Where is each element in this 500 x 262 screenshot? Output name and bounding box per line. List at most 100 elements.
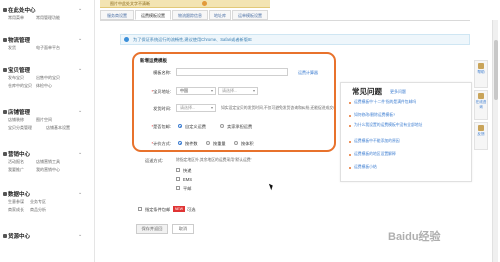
chevron-down-icon[interactable]: ⌄: [78, 6, 82, 12]
sidebar-section-title[interactable]: 在此处中心: [8, 6, 36, 14]
by-piece-label: 按件数: [185, 141, 198, 146]
consult-tool[interactable]: 在线咨询: [474, 90, 488, 120]
scrollbar[interactable]: [492, 20, 498, 262]
origin-country-select[interactable]: 中国 ▾: [176, 87, 216, 95]
sidebar-item[interactable]: 常用菜单: [8, 15, 24, 21]
shop-icon: [3, 110, 7, 114]
faq-item[interactable]: 如何修改/删除运费模板?: [354, 113, 469, 118]
faq-item[interactable]: 为什么我设置的运费模板中没有全部地址: [354, 123, 469, 128]
highlight-box: [132, 52, 336, 152]
feedback-tool[interactable]: 反馈: [474, 122, 488, 150]
sidebar-item[interactable]: 出售中的宝贝: [36, 75, 60, 81]
express-checkbox[interactable]: [176, 168, 180, 172]
sidebar-item[interactable]: 我要推广: [8, 167, 24, 173]
faq-item[interactable]: 运费模板的地区设置解释: [354, 152, 469, 157]
info-icon: [124, 37, 129, 42]
faq-item[interactable]: 运费模板小结: [354, 165, 469, 170]
tab-address-book[interactable]: 地址库: [209, 10, 231, 20]
sidebar-item[interactable]: 宝贝分类管理: [8, 125, 32, 131]
express-label: 快递: [183, 168, 192, 173]
by-piece-radio[interactable]: [178, 141, 182, 145]
sidebar-section-title[interactable]: 宝贝管理: [8, 66, 30, 74]
truck-icon: [3, 38, 7, 42]
conditional-free-checkbox[interactable]: [138, 207, 142, 211]
top-banner[interactable]: 图片中此处文字不清晰: [100, 0, 270, 8]
sidebar-item[interactable]: 发布宝贝: [8, 75, 24, 81]
box-icon: [3, 68, 7, 72]
tab-tracking-info[interactable]: 物流跟踪信息: [172, 10, 208, 20]
tab-freight-template[interactable]: 运费模板设置: [135, 10, 171, 20]
sidebar-item[interactable]: 我的营销中心: [36, 167, 60, 173]
conditional-free-label: 指定条件包邮: [145, 207, 171, 212]
sidebar-section-title[interactable]: 营销中心: [8, 150, 30, 158]
bullet-icon: [349, 141, 351, 143]
sidebar-item[interactable]: 常用管理功能: [36, 15, 60, 21]
sidebar-item[interactable]: 商家成长: [8, 207, 24, 213]
cancel-button[interactable]: 取消: [172, 224, 194, 234]
mouse-cursor-icon: [268, 182, 275, 191]
free-shipping-label: *是否包邮:: [151, 124, 171, 129]
freight-calculator-link[interactable]: 运费计算器: [298, 70, 318, 76]
bullet-icon: [349, 125, 351, 127]
sidebar-item[interactable]: 仓库中的宝贝: [8, 83, 32, 89]
origin-region-select[interactable]: 请选择... ▾: [218, 87, 258, 95]
help-tool[interactable]: 帮助: [474, 60, 488, 88]
sidebar-item[interactable]: 发货: [8, 45, 16, 51]
sidebar-item[interactable]: 体检中心: [36, 83, 52, 89]
tab-waybill-template[interactable]: 运单模板设置: [232, 10, 268, 20]
chevron-down-icon[interactable]: ⌄: [78, 232, 82, 238]
sidebar-item[interactable]: 业务专区: [30, 199, 46, 205]
faq-item[interactable]: 运费模板中不能添加的原因: [354, 139, 469, 144]
sidebar-section-title[interactable]: 货源中心: [8, 232, 30, 240]
chevron-down-icon[interactable]: ⌄: [78, 36, 82, 42]
seller-pays-radio[interactable]: [220, 124, 224, 128]
scrollbar-thumb[interactable]: [494, 40, 498, 100]
save-button[interactable]: 保存并返回: [136, 224, 168, 234]
feedback-icon: [478, 125, 484, 131]
chevron-down-icon[interactable]: ⌄: [78, 108, 82, 114]
notice-text: 为了保证系统运行的流畅性,建议使用Chrome、Safari或者新版IE: [133, 37, 252, 42]
sidebar-item[interactable]: 电子面单平台: [36, 45, 60, 51]
ship-time-select[interactable]: 请选择... ▾: [176, 104, 216, 112]
pricing-label: *计价方式:: [151, 141, 171, 146]
consult-label: 在线咨询: [475, 100, 487, 109]
tab-service-settings[interactable]: 服务商设置: [100, 10, 134, 20]
faq-item[interactable]: 运费模板中'十二件'指的是满件包邮吗: [354, 100, 469, 105]
custom-freight-radio[interactable]: [178, 124, 182, 128]
sidebar-item[interactable]: 商品分析: [30, 207, 46, 213]
browser-notice: 为了保证系统运行的流畅性,建议使用Chrome、Safari或者新版IE: [120, 34, 470, 45]
ems-checkbox[interactable]: [176, 177, 180, 181]
optional-label: 可选: [187, 207, 196, 212]
sidebar-item[interactable]: 店铺装修: [8, 117, 24, 123]
sidebar-section-title[interactable]: 数据中心: [8, 190, 30, 198]
source-icon: [3, 234, 7, 238]
chevron-down-icon[interactable]: ⌄: [78, 66, 82, 72]
watermark: Baidu经验: [388, 231, 441, 243]
sidebar-item[interactable]: 图片空间: [36, 117, 52, 123]
by-weight-label: 按重量: [213, 141, 226, 146]
template-name-input[interactable]: [176, 68, 288, 76]
sidebar-item[interactable]: 店铺营销工具: [36, 159, 60, 165]
chat-icon: [478, 93, 484, 99]
sidebar-item[interactable]: 店铺基本设置: [46, 125, 70, 131]
surface-mail-label: 平邮: [183, 186, 192, 191]
chevron-down-icon[interactable]: ⌄: [78, 190, 82, 196]
sidebar-section-title[interactable]: 店铺管理: [8, 108, 30, 116]
help-label: 帮助: [477, 70, 485, 74]
form-title: 新增运费模板: [140, 58, 167, 63]
banner-text: 图片中此处文字不清晰: [110, 1, 150, 6]
sidebar-item[interactable]: 生意参谋: [8, 199, 24, 205]
sidebar-section-title[interactable]: 物流管理: [8, 36, 30, 44]
surface-mail-checkbox[interactable]: [176, 186, 180, 190]
feedback-label: 反馈: [477, 132, 485, 136]
by-volume-radio[interactable]: [234, 141, 238, 145]
delivery-label: 运送方式:: [145, 158, 163, 163]
tab-divider: [100, 20, 470, 21]
new-badge: NEW: [173, 206, 185, 212]
chevron-down-icon[interactable]: ⌄: [78, 150, 82, 156]
help-icon: [478, 63, 484, 69]
sidebar-item[interactable]: 活动报名: [8, 159, 24, 165]
template-name-label: 模板名称:: [153, 70, 171, 75]
faq-more-link[interactable]: 更多问题: [390, 89, 406, 95]
by-weight-radio[interactable]: [206, 141, 210, 145]
